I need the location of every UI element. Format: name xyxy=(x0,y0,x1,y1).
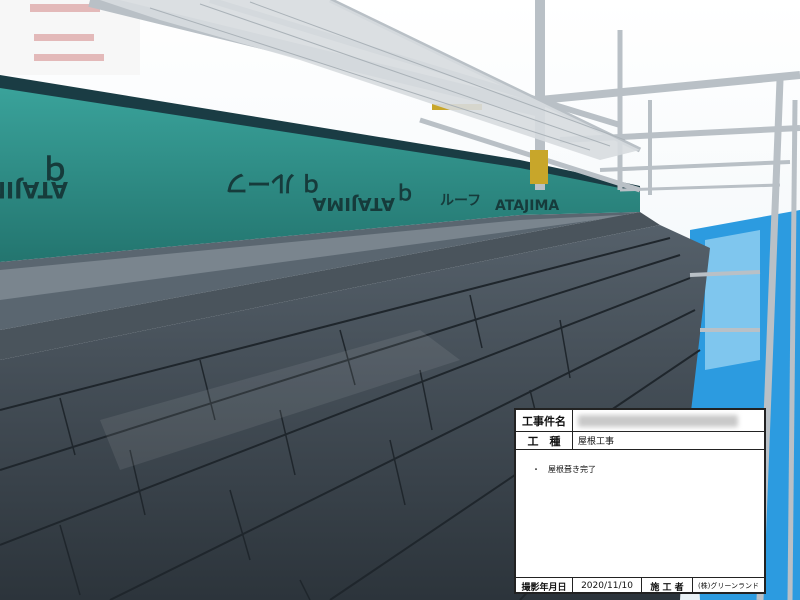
work-type-row: 工 種 屋根工事 xyxy=(516,432,764,450)
tarp-light xyxy=(705,230,760,370)
project-row: 工事件名 xyxy=(516,410,764,432)
contractor-label: 施 工 者 xyxy=(642,578,693,594)
remark-area: ・ 屋根葺き完了 xyxy=(516,450,764,578)
svg-text:ｂ: ｂ xyxy=(40,153,70,188)
svg-text:ルーフ: ルーフ xyxy=(224,169,295,197)
project-label: 工事件名 xyxy=(516,410,573,431)
work-type-value: 屋根工事 xyxy=(578,437,615,447)
construction-photo-board: 工事件名 工 種 屋根工事 ・ 屋根葺き完了 撮影年月日 2020/11/10 … xyxy=(514,408,766,594)
work-type-label: 工 種 xyxy=(516,432,573,449)
svg-text:ルーフ: ルーフ xyxy=(440,193,481,209)
footer-row: 撮影年月日 2020/11/10 施 工 者 (株)グリーンランド xyxy=(516,578,764,594)
svg-text:ATAJIMA: ATAJIMA xyxy=(495,198,559,214)
svg-text:ATAJIMA: ATAJIMA xyxy=(312,193,395,214)
contractor-value: (株)グリーンランド xyxy=(697,582,760,590)
svg-text:ｂ: ｂ xyxy=(395,181,415,205)
remark-text: ・ 屋根葺き完了 xyxy=(532,465,596,474)
project-name-redacted xyxy=(578,415,738,427)
date-value: 2020/11/10 xyxy=(573,578,642,594)
date-label: 撮影年月日 xyxy=(516,578,573,594)
